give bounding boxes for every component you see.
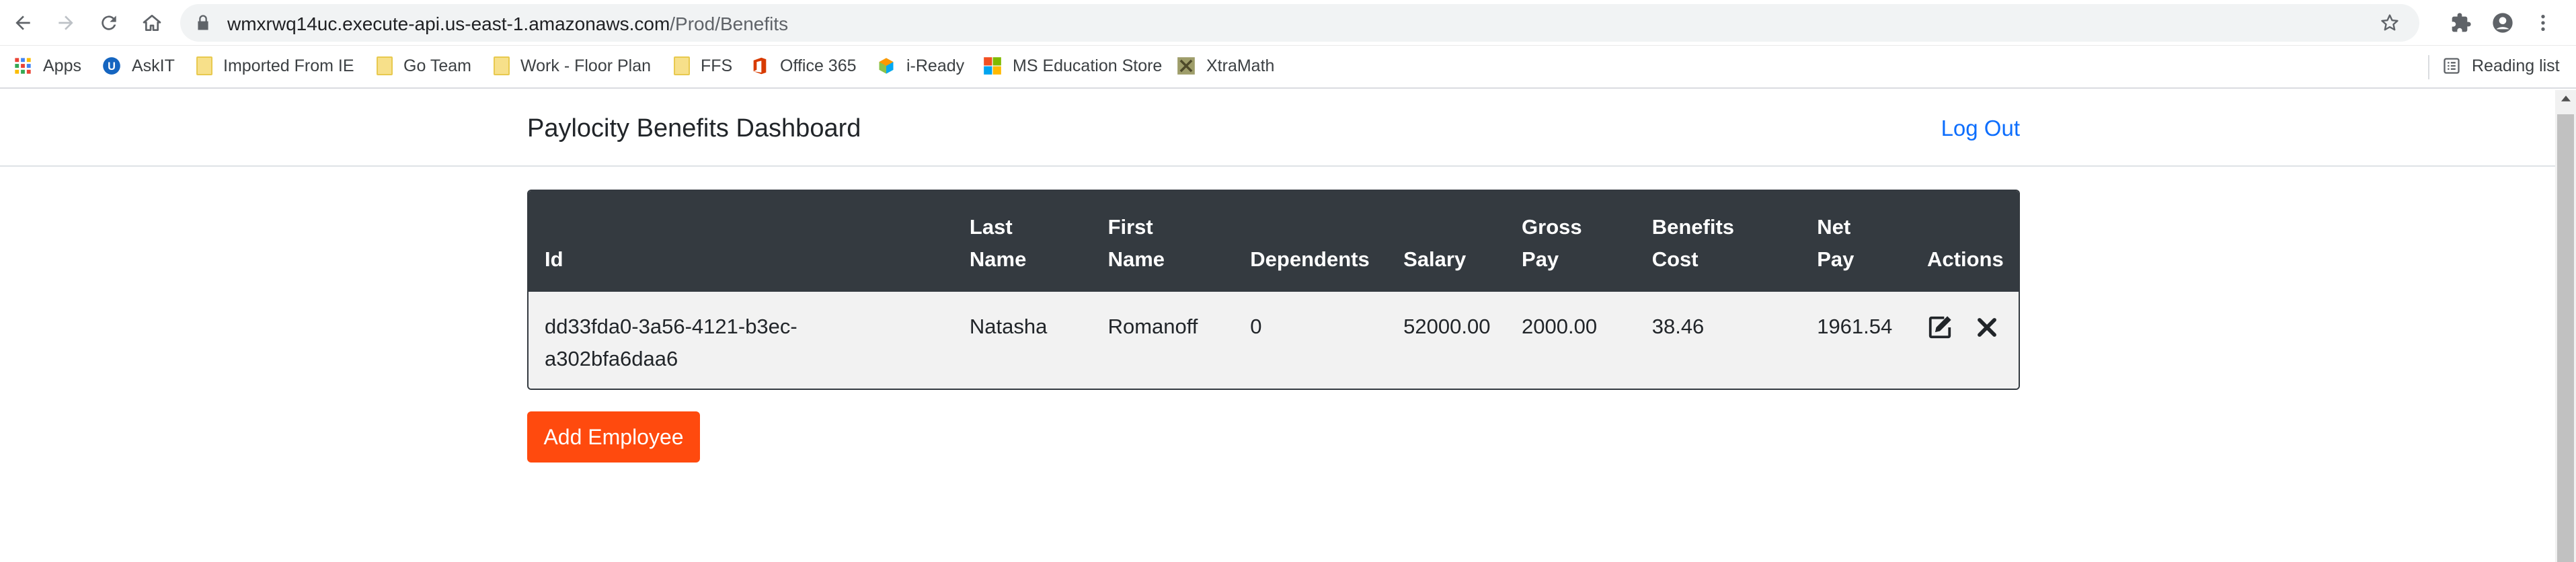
cell-gross-pay: 2000.00 [1522,315,1598,338]
bookmark-label: Apps [43,56,81,75]
bookmark-xtramath[interactable]: XtraMath [1177,52,1274,79]
bookmark-work-floor-plan[interactable]: Work - Floor Plan [494,52,651,79]
cell-first-name: Romanoff [1107,315,1198,338]
bookmark-label: Imported From IE [223,56,354,75]
col-header-dependents: Dependents [1250,247,1370,271]
page-title: Paylocity Benefits Dashboard [527,114,861,143]
browser-toolbar: wmxrwq14uc.execute-api.us-east-1.amazona… [0,0,2576,46]
scroll-up-arrow-icon[interactable] [2555,95,2576,109]
employees-table: Id Last Name First Name Dependents Salary … [527,190,2020,390]
back-arrow-icon[interactable] [9,9,36,36]
bookmark-separator [2428,55,2429,79]
apps-grid-icon [15,58,31,74]
bookmark-ms-education-store[interactable]: MS Education Store [983,52,1162,79]
xtramath-icon [1177,57,1195,75]
app-navbar: Paylocity Benefits Dashboard Log Out [0,89,2555,167]
address-bar[interactable]: wmxrwq14uc.execute-api.us-east-1.amazona… [180,4,2419,42]
cell-dependents: 0 [1250,315,1262,338]
bookmark-ffs[interactable]: FFS [674,52,732,79]
microsoft-icon [984,57,1001,75]
folder-icon [377,56,393,75]
profile-avatar-icon[interactable] [2489,9,2516,36]
col-header-net-pay: Net Pay [1817,215,1855,271]
edit-icon[interactable] [1927,315,1953,340]
col-header-first-name: First Name [1107,215,1165,271]
reading-list-icon [2444,58,2460,74]
col-header-last-name: Last Name [969,215,1027,271]
folder-icon [674,56,690,75]
bookmark-label: Go Team [403,56,471,75]
cell-actions [1911,292,2019,389]
col-header-gross-pay: Gross Pay [1522,215,1582,271]
bookmarks-bar: Apps U AskIT Imported From IE Go Team Wo… [0,46,2576,89]
folder-icon [196,56,212,75]
reading-list[interactable]: Reading list [2442,52,2560,79]
office-icon [753,57,767,75]
bookmark-label: MS Education Store [1013,56,1163,75]
bookmark-star-icon[interactable] [2379,12,2401,34]
bookmark-office-365[interactable]: Office 365 [750,52,857,79]
lock-icon [198,15,208,30]
bookmark-imported-from-ie[interactable]: Imported From IE [196,52,354,79]
menu-kebab-icon[interactable] [2530,9,2557,36]
home-icon[interactable] [139,9,165,36]
iready-icon [879,58,894,74]
reading-list-label: Reading list [2472,56,2560,75]
cell-id: dd33fda0-3a56-4121-b3ec-a302bfa6daa6 [545,315,797,370]
bookmark-label: XtraMath [1206,56,1275,75]
cell-benefits-cost: 38.46 [1651,315,1705,338]
url-text: wmxrwq14uc.execute-api.us-east-1.amazona… [227,13,789,34]
bookmark-label: FFS [701,56,733,75]
bookmark-label: i-Ready [906,56,965,75]
bookmark-go-team[interactable]: Go Team [377,52,471,79]
cell-last-name: Natasha [969,315,1048,338]
bookmark-askit[interactable]: U AskIT [102,52,175,79]
col-header-id: Id [545,247,563,271]
col-header-actions: Actions [1927,247,2004,271]
table-row: dd33fda0-3a56-4121-b3ec-a302bfa6daa6 Nat… [529,292,2019,389]
bookmark-apps[interactable]: Apps [13,52,81,79]
extensions-puzzle-icon[interactable] [2448,9,2474,36]
cell-salary: 52000.00 [1403,315,1491,338]
delete-x-icon[interactable] [1974,315,2000,340]
svg-text:U: U [108,61,116,73]
scrollbar-thumb[interactable] [2557,114,2574,562]
reload-icon[interactable] [95,9,122,36]
askit-icon: U [103,57,120,75]
col-header-salary: Salary [1403,247,1467,271]
bookmark-i-ready[interactable]: i-Ready [877,52,964,79]
table-header-row: Id Last Name First Name Dependents Salary … [529,191,2019,292]
bookmark-label: Work - Floor Plan [520,56,652,75]
logout-link[interactable]: Log Out [1941,116,2020,141]
bookmark-label: AskIT [132,56,175,75]
page-scrollbar[interactable] [2555,90,2576,562]
add-employee-button[interactable]: Add Employee [527,411,700,463]
cell-net-pay: 1961.54 [1817,315,1893,338]
bookmark-label: Office 365 [780,56,857,75]
col-header-benefits-cost: Benefits Cost [1651,215,1735,271]
folder-icon [494,56,510,75]
forward-arrow-icon[interactable] [52,9,79,36]
